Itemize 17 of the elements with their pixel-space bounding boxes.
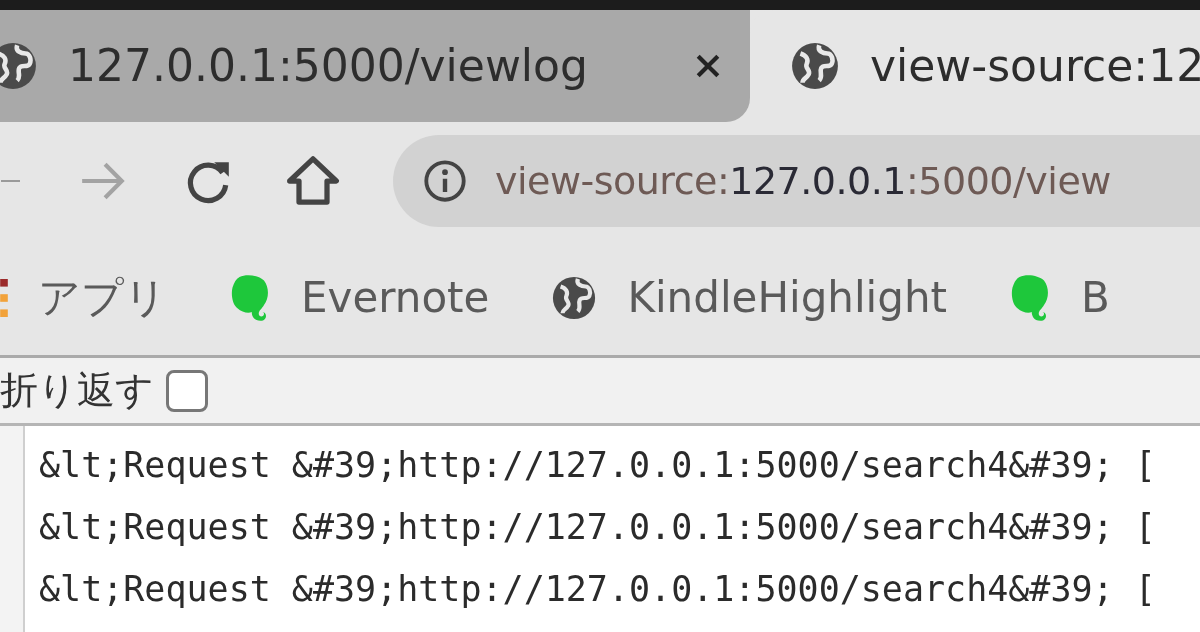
address-bar[interactable]: view-source:127.0.0.1:5000/view <box>393 135 1200 227</box>
wrap-label: 折り返す <box>0 367 154 414</box>
source-line: &lt;Request &#39;http://127.0.0.1:5000/search4&#39; [ <box>39 444 1156 487</box>
bookmark-item[interactable]: アプリ <box>0 266 167 329</box>
source-line: &lt;Request &#39;http://127.0.0.1:5000/search4&#39; [ <box>39 506 1156 549</box>
globe-icon <box>790 41 840 91</box>
source-line: &lt;Request &#39;http://127.0.0.1:5000/search4&#39; [ <box>39 568 1156 611</box>
info-icon[interactable] <box>423 159 467 203</box>
browser-tab[interactable]: 127.0.0.1:5000/viewlog <box>0 10 750 122</box>
globe-icon <box>0 41 38 91</box>
apps-grid-icon <box>0 278 8 317</box>
globe-icon <box>551 274 598 321</box>
bookmark-item[interactable]: KindleHighlight <box>551 266 947 329</box>
close-icon[interactable] <box>694 52 722 80</box>
wrap-checkbox[interactable] <box>166 369 208 412</box>
bookmark-item[interactable]: B <box>1009 266 1110 329</box>
bookmark-item[interactable]: Evernote <box>229 266 490 329</box>
